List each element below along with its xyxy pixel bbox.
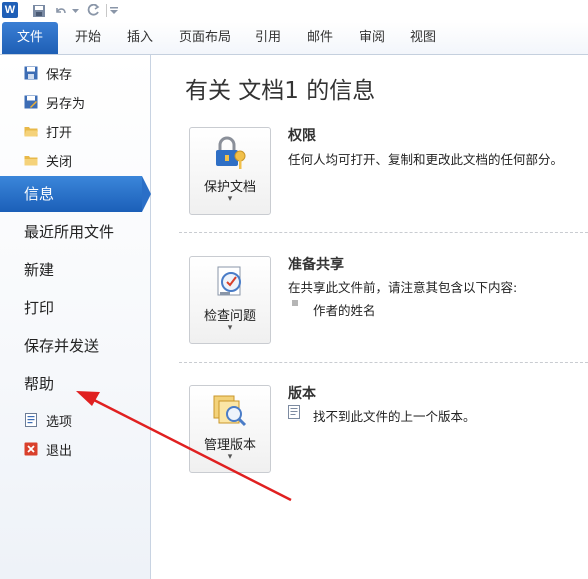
word-logo-icon[interactable]: W [2,2,18,18]
manage-versions-button[interactable]: 管理版本 ▾ [189,385,271,473]
tab-home[interactable]: 开始 [68,22,108,54]
nav-exit[interactable]: 退出 [24,439,72,459]
save-as-icon [24,95,38,109]
permissions-description: 任何人均可打开、复制和更改此文档的任何部分。 [288,152,564,167]
info-panel: 有关 文档1 的信息 保护文档 ▾ 权限 任何人均可打开、复制和更改此文档的任何… [151,55,588,579]
nav-save-label: 保存 [46,67,73,83]
nav-save-and-send[interactable]: 保存并发送 [24,334,99,358]
prepare-sharing-description: 在共享此文件前，请注意其包含以下内容: [288,280,518,295]
nav-close-label: 关闭 [46,154,73,170]
tab-references[interactable]: 引用 [250,22,286,54]
nav-options[interactable]: 选项 [24,410,72,430]
tab-file[interactable]: 文件 [2,22,58,54]
nav-active-pointer [142,176,151,212]
versions-description: 找不到此文件的上一个版本。 [313,409,476,424]
undo-dropdown-icon[interactable] [70,2,80,20]
save-icon[interactable] [30,2,48,20]
protect-document-label: 保护文档 [203,180,256,195]
backstage-nav: 保存 另存为 打开 关闭 信息 最近所用文件 新建 打印 保存并发送 帮助 选项 [0,55,151,579]
chevron-down-icon: ▾ [227,452,233,462]
protect-document-button[interactable]: 保护文档 ▾ [189,127,271,215]
quick-access-toolbar: W [0,0,588,22]
prepare-sharing-heading: 准备共享 [288,257,344,273]
inspect-document-icon [214,265,248,303]
nav-new[interactable]: 新建 [24,258,54,282]
undo-icon[interactable] [52,2,70,20]
nav-close[interactable]: 关闭 [24,150,72,170]
close-folder-icon [24,153,38,167]
nav-recent[interactable]: 最近所用文件 [24,220,114,244]
versions-icon [212,394,248,432]
redo-icon[interactable] [84,2,102,20]
section-divider [179,232,588,233]
tab-insert[interactable]: 插入 [120,22,160,54]
nav-exit-label: 退出 [46,443,73,459]
manage-versions-label: 管理版本 [203,438,256,453]
nav-active-highlight [0,176,142,212]
nav-options-label: 选项 [46,414,73,430]
exit-icon [24,442,38,456]
chevron-down-icon: ▾ [227,194,233,204]
bullet-icon [292,300,298,306]
section-divider [179,362,588,363]
versions-heading: 版本 [288,386,316,402]
tab-review[interactable]: 审阅 [354,22,390,54]
author-name-item: 作者的姓名 [313,303,376,318]
check-for-issues-button[interactable]: 检查问题 ▾ [189,256,271,344]
nav-save[interactable]: 保存 [24,63,72,83]
lock-key-icon [212,136,248,174]
permissions-heading: 权限 [288,128,316,144]
chevron-down-icon: ▾ [227,323,233,333]
save-icon [24,66,38,80]
toolbar-separator [106,4,107,17]
nav-help[interactable]: 帮助 [24,372,54,396]
open-folder-icon [24,124,38,138]
customize-toolbar-icon[interactable] [109,2,119,20]
options-icon [24,413,38,427]
nav-open[interactable]: 打开 [24,121,72,141]
nav-save-as-label: 另存为 [46,96,86,112]
document-icon [288,405,300,423]
ribbon-tab-bar: 文件 开始 插入 页面布局 引用 邮件 审阅 视图 [0,22,588,55]
nav-info[interactable]: 信息 [24,182,54,206]
tab-view[interactable]: 视图 [405,22,441,54]
nav-save-as[interactable]: 另存为 [24,92,85,112]
nav-print[interactable]: 打印 [24,296,54,320]
page-title: 有关 文档1 的信息 [185,78,376,104]
check-for-issues-label: 检查问题 [203,309,256,324]
tab-page-layout[interactable]: 页面布局 [174,22,236,54]
nav-open-label: 打开 [46,125,73,141]
tab-mailings[interactable]: 邮件 [302,22,338,54]
